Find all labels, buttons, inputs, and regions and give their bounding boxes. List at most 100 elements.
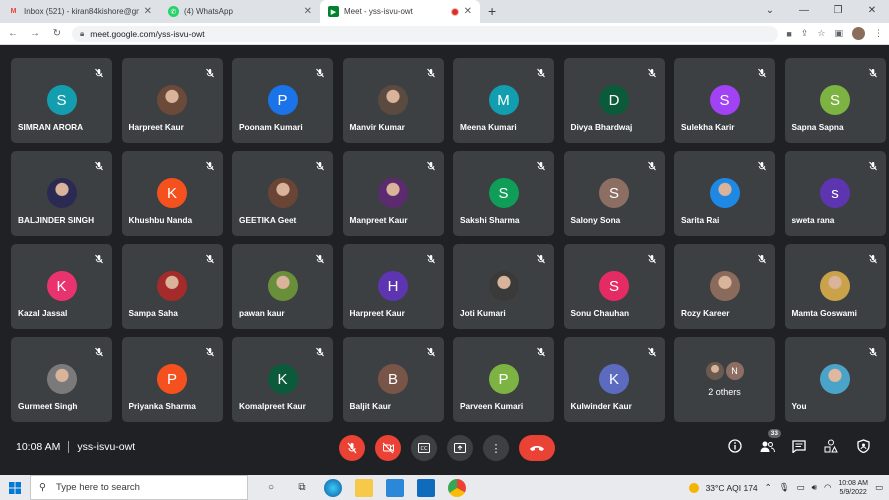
lock-icon[interactable]: 🔒︎ xyxy=(80,29,84,39)
participant-tile[interactable]: Gurmeet Singh xyxy=(11,337,112,422)
participant-tile[interactable]: S SIMRAN ARORA xyxy=(11,58,112,143)
participant-tile[interactable]: Harpreet Kaur xyxy=(121,58,223,143)
mail-icon[interactable] xyxy=(417,478,435,497)
url-field[interactable]: 🔒︎ meet.google.com/yss-isvu-owt xyxy=(72,25,779,42)
chevron-up-icon[interactable]: ⌃ xyxy=(765,482,772,493)
avatar xyxy=(488,271,519,301)
cortana-icon[interactable]: ○ xyxy=(262,479,280,497)
participant-tile[interactable]: K Komalpreet Kaur xyxy=(232,337,333,422)
gmail-icon: M xyxy=(10,8,17,15)
mic-off-icon xyxy=(757,251,767,264)
participant-tile[interactable]: D Divya Bhardwaj xyxy=(563,58,665,143)
present-button[interactable] xyxy=(447,435,473,461)
participant-tile[interactable]: BALJINDER SINGH xyxy=(11,151,112,236)
weather-text[interactable]: 33°C AQI 174 xyxy=(706,483,758,493)
participant-tile[interactable]: K Khushbu Nanda xyxy=(121,151,223,236)
participant-tile[interactable]: S Sonu Chauhan xyxy=(563,244,665,329)
leave-call-button[interactable] xyxy=(519,435,555,461)
participant-tile[interactable]: GEETIKA Geet xyxy=(232,151,333,236)
participant-tile[interactable]: S Sakshi Sharma xyxy=(453,151,554,236)
taskbar-search-box[interactable]: ⚲ Type here to search xyxy=(30,475,248,500)
mic-off-icon xyxy=(205,158,215,171)
participant-name: Manvir Kumar xyxy=(349,122,405,132)
participant-tile[interactable]: s sweta rana xyxy=(784,151,886,236)
participant-tile[interactable]: Manpreet Kaur xyxy=(342,151,444,236)
participant-tile[interactable]: K Kazal Jassal xyxy=(11,244,112,329)
participant-name: pawan kaur xyxy=(239,308,285,318)
chevron-down-icon[interactable]: ⌄ xyxy=(753,0,787,23)
edge-icon[interactable] xyxy=(324,478,342,497)
wifi-icon[interactable]: ◠ xyxy=(824,482,831,493)
profile-avatar[interactable] xyxy=(852,27,865,40)
captions-button[interactable]: CC xyxy=(411,435,437,461)
more-options-button[interactable]: ⋮ xyxy=(483,435,509,461)
participant-tile[interactable]: K Kulwinder Kaur xyxy=(563,337,665,422)
chat-button[interactable] xyxy=(791,438,807,454)
tab-title: (4) WhatsApp xyxy=(184,7,233,16)
activities-button[interactable] xyxy=(823,438,839,454)
chat-icon xyxy=(792,439,806,453)
browser-tab-strip: M Inbox (521) - kiran84kishore@gm ✕ ✆ (4… xyxy=(0,0,889,23)
mic-off-icon xyxy=(536,251,546,264)
network-icon[interactable]: ▭ xyxy=(797,482,805,493)
participant-tile[interactable]: P Priyanka Sharma xyxy=(121,337,223,422)
menu-icon[interactable]: ⋮ xyxy=(874,28,883,39)
participant-tile[interactable]: Sarita Rai xyxy=(674,151,775,236)
self-tile[interactable]: You xyxy=(784,337,886,422)
tab-gmail[interactable]: M Inbox (521) - kiran84kishore@gm ✕ xyxy=(0,0,160,23)
participant-name: Baljit Kaur xyxy=(349,401,392,411)
camera-in-use-icon[interactable]: ■ xyxy=(786,29,791,39)
participant-tile[interactable]: P Parveen Kumari xyxy=(453,337,554,422)
participant-tile[interactable]: S Salony Sona xyxy=(563,151,665,236)
avatar: S xyxy=(599,178,629,208)
close-icon[interactable]: ✕ xyxy=(144,6,152,17)
chrome-icon[interactable] xyxy=(448,478,466,497)
participant-tile[interactable]: Manvir Kumar xyxy=(342,58,444,143)
store-icon[interactable] xyxy=(386,478,404,497)
close-icon[interactable]: ✕ xyxy=(464,6,472,17)
tab-whatsapp[interactable]: ✆ (4) WhatsApp ✕ xyxy=(160,0,320,23)
share-icon[interactable]: ⇪ xyxy=(801,28,809,39)
people-button[interactable]: 33 xyxy=(759,429,781,454)
close-icon[interactable]: ✕ xyxy=(304,6,312,17)
participant-tile[interactable]: H Harpreet Kaur xyxy=(342,244,444,329)
participant-tile[interactable]: Joti Kumari xyxy=(453,244,554,329)
meeting-details-button[interactable] xyxy=(727,438,743,454)
tab-meet[interactable]: ▶ Meet - yss-isvu-owt ✕ xyxy=(320,0,480,23)
close-window-icon[interactable]: ✕ xyxy=(855,0,889,23)
participant-tile[interactable]: Sampa Saha xyxy=(121,244,223,329)
participant-tile[interactable]: S Sulekha Karir xyxy=(674,58,775,143)
camera-off-button[interactable] xyxy=(375,435,401,461)
avatar xyxy=(709,178,740,208)
notifications-icon[interactable]: ▭ xyxy=(875,482,883,493)
participant-tile[interactable]: pawan kaur xyxy=(232,244,333,329)
sidebar-icon[interactable]: ▣ xyxy=(834,28,843,39)
back-icon[interactable]: ← xyxy=(6,28,20,39)
participant-name: Khushbu Nanda xyxy=(128,215,193,225)
participant-tile[interactable]: Rozy Kareer xyxy=(674,244,775,329)
volume-icon[interactable]: 🔊︎ xyxy=(812,482,817,493)
participant-tile[interactable]: S Sapna Sapna xyxy=(784,58,886,143)
participant-tile[interactable]: M Meena Kumari xyxy=(453,58,554,143)
taskbar-clock[interactable]: 10:08 AM 5/9/2022 xyxy=(838,479,868,497)
participant-tile[interactable]: P Poonam Kumari xyxy=(232,58,333,143)
bookmark-star-icon[interactable]: ☆ xyxy=(817,28,825,39)
microphone-icon[interactable]: 🎙︎ xyxy=(779,482,790,493)
new-tab-button[interactable]: + xyxy=(480,0,504,23)
participant-tile[interactable]: Mamta Goswami xyxy=(784,244,886,329)
host-controls-button[interactable] xyxy=(855,438,871,454)
reload-icon[interactable]: ↻ xyxy=(50,28,64,39)
file-explorer-icon[interactable] xyxy=(355,478,373,497)
mic-off-icon xyxy=(647,251,657,264)
start-button[interactable] xyxy=(0,475,30,500)
tab-title: Inbox (521) - kiran84kishore@gm xyxy=(24,7,139,16)
mic-off-button[interactable] xyxy=(339,435,365,461)
captions-icon: CC xyxy=(418,443,430,453)
forward-icon[interactable]: → xyxy=(28,28,42,39)
restore-icon[interactable]: ❐ xyxy=(821,0,855,23)
minimize-icon[interactable]: — xyxy=(787,0,821,23)
others-tile[interactable]: N 2 others xyxy=(674,337,775,422)
task-view-icon[interactable]: ⧉ xyxy=(293,479,311,497)
participant-tile[interactable]: B Baljit Kaur xyxy=(342,337,444,422)
participant-name: Poonam Kumari xyxy=(239,122,303,132)
